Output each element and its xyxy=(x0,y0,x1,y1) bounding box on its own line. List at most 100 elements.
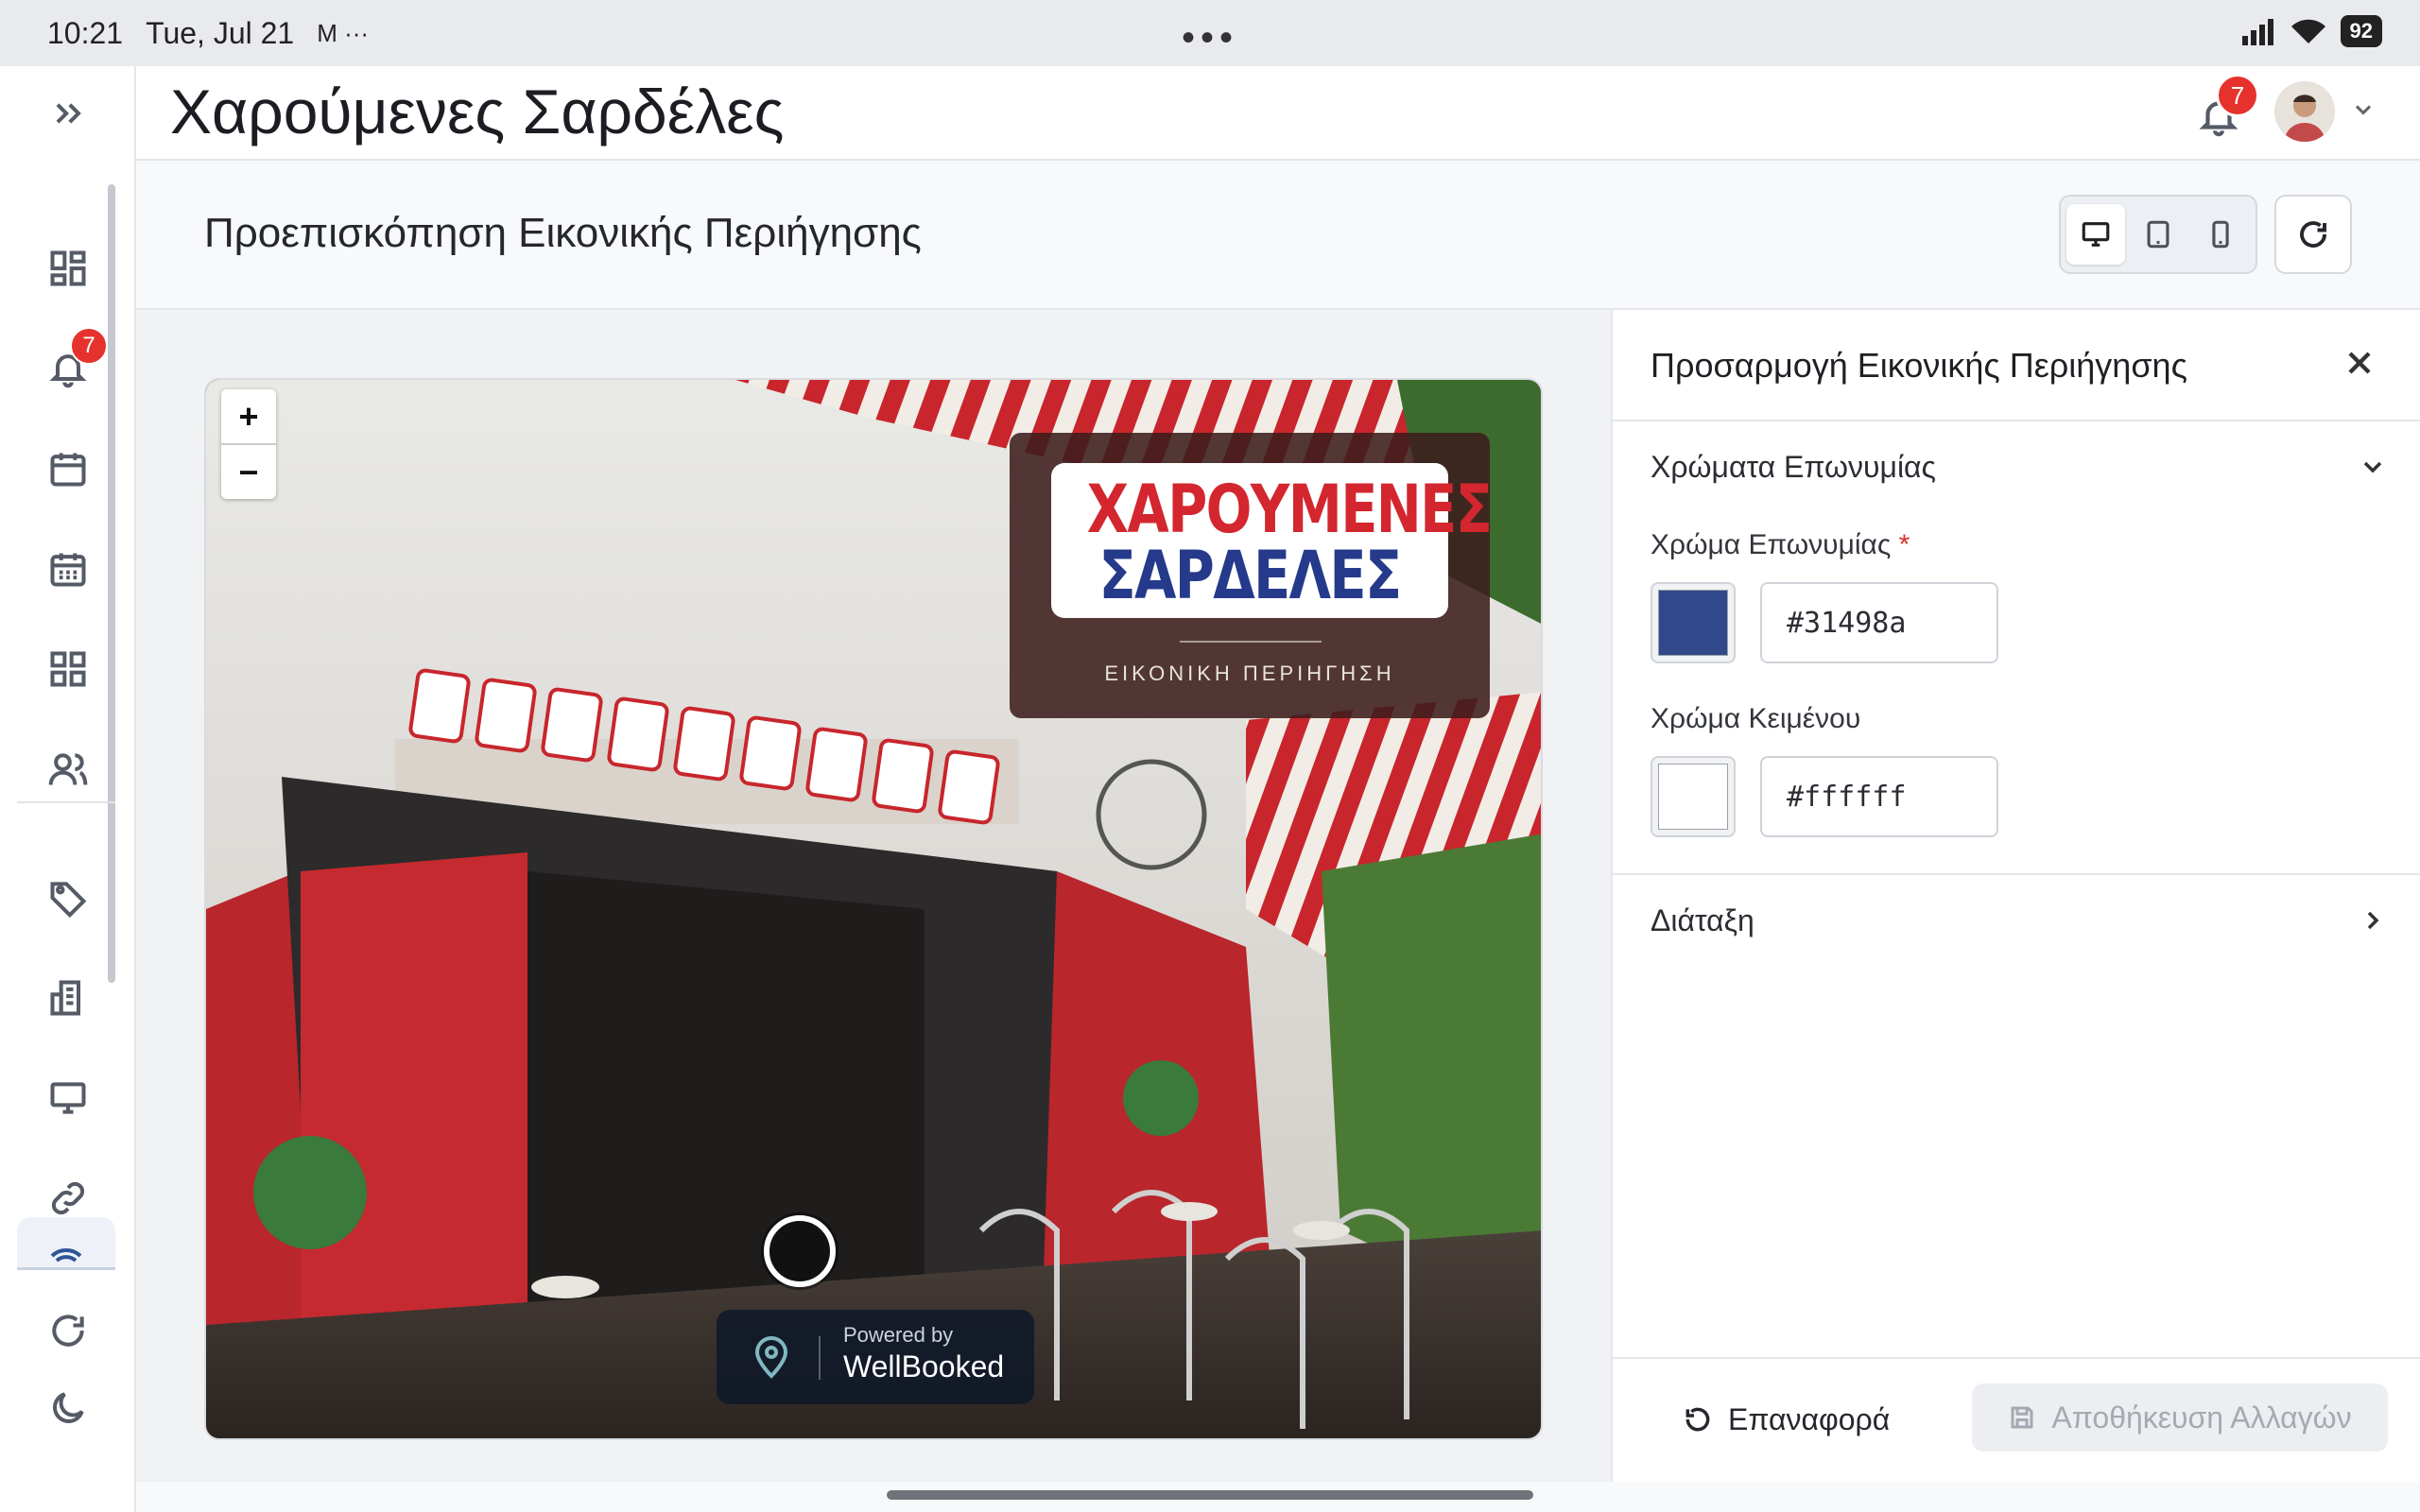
brand-overlay-card: ΧΑΡΟΥΜΕΝΕΣ ΣΑΡΔΕΛΕΣ ΕΙΚΟΝΙΚΗ ΠΕΡΙΗΓΗΣΗ xyxy=(1010,433,1493,718)
tablet-view-button[interactable] xyxy=(2129,204,2187,265)
badge-separator xyxy=(819,1336,821,1380)
link-icon xyxy=(51,1181,85,1215)
powered-by-brand: WellBooked xyxy=(843,1349,1005,1383)
calendar-grid-icon xyxy=(50,553,86,587)
avatar[interactable] xyxy=(2274,81,2335,142)
sidebar: 7 xyxy=(0,66,136,1512)
logo-line-2: ΣΑΡΔΕΛΕΣ xyxy=(1098,537,1402,614)
virtual-tour-viewer[interactable]: + − ΧΑΡΟΥΜΕΝΕΣ ΣΑΡΔΕΛΕΣ ΕΙΚΟΝΙΚΗ ΠΕΡΙΗΓΗ… xyxy=(204,378,1543,1440)
dashboard-icon xyxy=(50,250,86,286)
battery-level: 92 xyxy=(2340,15,2382,47)
mobile-view-button[interactable] xyxy=(2191,204,2250,265)
sidebar-item-display[interactable] xyxy=(34,1064,102,1132)
footer-divider xyxy=(1613,1357,2420,1359)
sidebar-item-sync[interactable] xyxy=(34,1297,102,1365)
zoom-out-button[interactable]: − xyxy=(221,443,276,499)
sidebar-item-users[interactable] xyxy=(34,735,102,803)
device-selector xyxy=(2059,195,2257,274)
brand-logo: ΧΑΡΟΥΜΕΝΕΣ ΣΑΡΔΕΛΕΣ xyxy=(1051,463,1493,618)
chevron-down-icon xyxy=(2363,461,2382,473)
section-collapse-toggle[interactable] xyxy=(2358,452,2392,486)
undo-icon xyxy=(1685,1407,1710,1432)
sidebar-item-properties[interactable] xyxy=(34,964,102,1032)
app-header: Χαρούμενες Σαρδέλες 7 xyxy=(136,66,2420,161)
preview-title: Προεπισκόπηση Εικονικής Περιήγησης xyxy=(204,210,922,256)
page-title: Χαρούμενες Σαρδέλες xyxy=(170,77,785,146)
text-color-input[interactable] xyxy=(1760,756,1998,837)
status-date: Tue, Jul 21 xyxy=(146,15,295,50)
user-avatar-icon xyxy=(2274,81,2335,142)
sidebar-item-dashboard[interactable] xyxy=(34,234,102,302)
notifications-button[interactable]: 7 xyxy=(2197,74,2259,147)
chevron-down-icon xyxy=(2355,105,2372,115)
close-icon xyxy=(2348,352,2371,374)
sidebar-item-virtual-tour[interactable] xyxy=(17,1217,115,1270)
tag-icon xyxy=(50,882,87,919)
sidebar-item-schedule[interactable] xyxy=(34,535,102,603)
section-brand-colors[interactable]: Χρώματα Επωνυμίας xyxy=(1651,450,1936,485)
sidebar-item-notifications[interactable]: 7 xyxy=(34,327,108,403)
required-mark: * xyxy=(1898,529,1910,560)
save-label: Αποθήκευση Αλλαγών xyxy=(2051,1400,2352,1435)
zoom-controls: + − xyxy=(221,389,276,499)
panel-divider xyxy=(1613,420,2420,421)
expand-sidebar-button[interactable] xyxy=(34,79,102,147)
reset-label: Επαναφορά xyxy=(1728,1401,1891,1436)
card-subtitle: ΕΙΚΟΝΙΚΗ ΠΕΡΙΗΓΗΣΗ xyxy=(1104,662,1395,685)
sidebar-item-tags[interactable] xyxy=(34,864,102,932)
moon-icon xyxy=(52,1392,84,1424)
building-icon xyxy=(50,980,81,1016)
status-bar: 10:21 Tue, Jul 21 M ··· ••• 92 xyxy=(0,0,2420,66)
save-icon xyxy=(2011,1406,2033,1429)
sidebar-item-calendar[interactable] xyxy=(34,435,102,503)
powered-by-badge[interactable]: Powered by WellBooked xyxy=(717,1310,1034,1404)
desktop-view-button[interactable] xyxy=(2066,204,2125,265)
close-panel-button[interactable] xyxy=(2341,344,2382,386)
preview-toolbar: Προεπισκόπηση Εικονικής Περιήγησης xyxy=(136,161,2420,310)
monitor-icon xyxy=(50,1082,86,1114)
chevron-right-icon xyxy=(2367,911,2379,930)
save-changes-button[interactable]: Αποθήκευση Αλλαγών xyxy=(1972,1383,2388,1452)
brand-color-input[interactable] xyxy=(1760,582,1998,663)
sidebar-notification-badge: 7 xyxy=(70,327,108,365)
sidebar-item-apps[interactable] xyxy=(34,635,102,703)
user-menu-toggle[interactable] xyxy=(2350,96,2380,127)
apps-icon xyxy=(50,651,86,687)
calendar-icon xyxy=(50,453,86,487)
sidebar-item-theme[interactable] xyxy=(34,1374,102,1442)
desktop-icon xyxy=(2082,222,2110,247)
sidebar-divider xyxy=(17,801,115,803)
brand-color-swatch[interactable] xyxy=(1651,582,1736,663)
notification-count-badge: 7 xyxy=(2216,74,2259,117)
brand-color-label-text: Χρώμα Επωνυμίας xyxy=(1651,529,1892,560)
reset-button[interactable]: Επαναφορά xyxy=(1683,1385,1910,1453)
wifi-status-icon xyxy=(2290,19,2325,43)
logo-line-1: ΧΑΡΟΥΜΕΝΕΣ xyxy=(1086,471,1493,548)
section-layout[interactable]: Διάταξη xyxy=(1651,903,1754,938)
section-divider xyxy=(1613,873,2420,875)
mobile-icon xyxy=(2212,220,2229,249)
card-divider xyxy=(1180,641,1322,643)
home-indicator[interactable] xyxy=(887,1490,1533,1500)
status-time: 10:21 xyxy=(47,15,124,50)
customization-panel: Προσαρμογή Εικονικής Περιήγησης Χρώματα … xyxy=(1611,310,2420,1482)
brand-color-label: Χρώμα Επωνυμίας * xyxy=(1651,529,1910,561)
sidebar-scrollbar[interactable] xyxy=(108,184,115,983)
text-color-label: Χρώμα Κειμένου xyxy=(1651,703,1861,734)
panel-title: Προσαρμογή Εικονικής Περιήγησης xyxy=(1651,346,2187,385)
section-expand-toggle[interactable] xyxy=(2358,905,2392,939)
hotspot-marker[interactable] xyxy=(764,1215,836,1287)
expand-icon xyxy=(56,103,81,124)
powered-by-text: Powered by xyxy=(843,1323,954,1347)
users-icon xyxy=(48,753,88,785)
zoom-in-button[interactable]: + xyxy=(221,389,276,443)
multitask-dots[interactable]: ••• xyxy=(1182,17,1238,60)
signal-icon xyxy=(2241,19,2273,45)
text-color-swatch[interactable] xyxy=(1651,756,1736,837)
refresh-preview-button[interactable] xyxy=(2274,195,2352,274)
preview-area: + − ΧΑΡΟΥΜΕΝΕΣ ΣΑΡΔΕΛΕΣ ΕΙΚΟΝΙΚΗ ΠΕΡΙΗΓΗ… xyxy=(136,310,1611,1482)
refresh-icon xyxy=(52,1314,84,1347)
location-pin-icon xyxy=(754,1336,788,1379)
status-app-icons: M ··· xyxy=(317,18,370,47)
refresh-icon xyxy=(2300,221,2326,248)
